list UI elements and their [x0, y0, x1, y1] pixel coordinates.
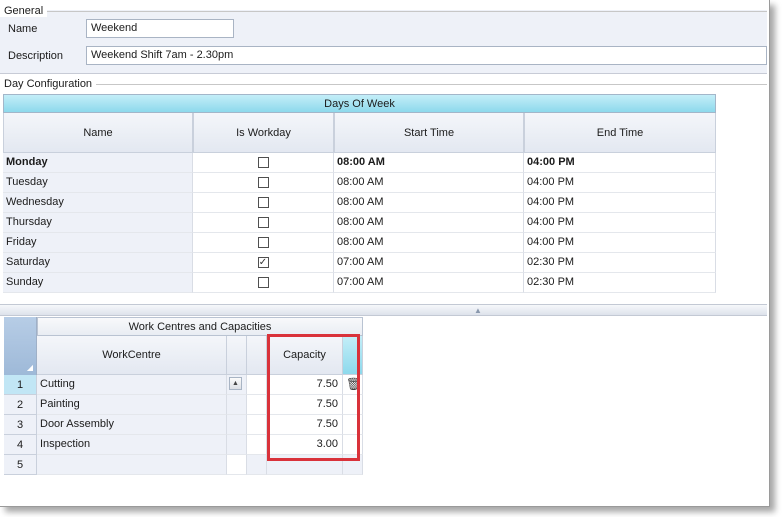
start-time-cell[interactable]: 07:00 AM	[334, 253, 524, 273]
day-row-saturday[interactable]: Saturday ✓ 07:00 AM 02:30 PM	[3, 253, 716, 273]
day-name-cell[interactable]: Sunday	[3, 273, 193, 293]
day-name-cell[interactable]: Wednesday	[3, 193, 193, 213]
general-legend-line	[47, 10, 767, 12]
day-row-sunday[interactable]: Sunday 07:00 AM 02:30 PM	[3, 273, 716, 293]
day-config-legend: Day Configuration	[0, 78, 97, 90]
day-name-cell[interactable]: Saturday	[3, 253, 193, 273]
workcentre-cell[interactable]: Painting	[37, 395, 227, 415]
corner-triangle-icon: ◢	[26, 363, 33, 372]
end-time-cell[interactable]: 04:00 PM	[524, 153, 716, 173]
days-grid-title: Days Of Week	[3, 94, 716, 113]
row-header-corner[interactable]: ◢	[4, 317, 37, 375]
days-of-week-grid: Days Of Week Name Is Workday Start Time …	[3, 94, 716, 293]
end-time-cell[interactable]: 04:00 PM	[524, 233, 716, 253]
spacer-cell	[247, 395, 267, 415]
name-input[interactable]: Weekend	[86, 19, 234, 38]
day-config-legend-row: Day Configuration	[0, 77, 767, 91]
scroll-cell	[227, 435, 247, 455]
end-time-cell[interactable]: 02:30 PM	[524, 253, 716, 273]
row-number[interactable]: 5	[4, 455, 37, 475]
day-config-legend-line	[96, 83, 767, 85]
col-header-end-time[interactable]: End Time	[524, 113, 716, 153]
day-row-friday[interactable]: Friday 08:00 AM 04:00 PM	[3, 233, 716, 253]
capacity-highlight-box	[267, 334, 360, 461]
workcentre-cell[interactable]: Cutting	[37, 375, 227, 395]
row-number[interactable]: 1	[4, 375, 37, 395]
start-time-cell[interactable]: 07:00 AM	[334, 273, 524, 293]
is-workday-cell[interactable]	[193, 273, 334, 293]
is-workday-cell[interactable]: ✓	[193, 253, 334, 273]
col-header-scroll	[227, 336, 247, 375]
is-workday-cell[interactable]	[193, 153, 334, 173]
spacer-cell	[247, 375, 267, 395]
days-grid-header: Name Is Workday Start Time End Time	[3, 113, 716, 153]
day-row-tuesday[interactable]: Tuesday 08:00 AM 04:00 PM	[3, 173, 716, 193]
is-workday-cell[interactable]	[193, 173, 334, 193]
is-workday-cell[interactable]	[193, 193, 334, 213]
start-time-cell[interactable]: 08:00 AM	[334, 193, 524, 213]
workday-checkbox[interactable]	[257, 217, 269, 228]
name-label: Name	[8, 23, 38, 35]
scroll-cell	[227, 415, 247, 435]
workday-checkbox[interactable]	[257, 157, 269, 168]
description-input[interactable]: Weekend Shift 7am - 2.30pm	[86, 46, 767, 65]
end-time-cell[interactable]: 02:30 PM	[524, 273, 716, 293]
start-time-cell[interactable]: 08:00 AM	[334, 233, 524, 253]
scroll-cell: ▲	[227, 375, 247, 395]
workday-checkbox[interactable]: ✓	[257, 257, 269, 268]
scroll-cell	[227, 395, 247, 415]
day-row-wednesday[interactable]: Wednesday 08:00 AM 04:00 PM	[3, 193, 716, 213]
col-header-workcentre[interactable]: WorkCentre	[37, 336, 227, 375]
row-number[interactable]: 2	[4, 395, 37, 415]
end-time-cell[interactable]: 04:00 PM	[524, 193, 716, 213]
description-label: Description	[8, 50, 64, 62]
col-header-is-workday[interactable]: Is Workday	[193, 113, 334, 153]
start-time-cell[interactable]: 08:00 AM	[334, 213, 524, 233]
workday-checkbox[interactable]	[257, 177, 269, 188]
spacer-cell	[247, 415, 267, 435]
workday-checkbox[interactable]	[257, 277, 269, 288]
day-name-cell[interactable]: Monday	[3, 153, 193, 173]
splitter-arrow-icon[interactable]: ▲	[474, 306, 482, 315]
day-name-cell[interactable]: Tuesday	[3, 173, 193, 193]
workday-checkbox[interactable]	[257, 197, 269, 208]
col-header-name[interactable]: Name	[3, 113, 193, 153]
col-header-spacer	[247, 336, 267, 375]
workcentre-cell[interactable]: Door Assembly	[37, 415, 227, 435]
end-time-cell[interactable]: 04:00 PM	[524, 213, 716, 233]
day-row-thursday[interactable]: Thursday 08:00 AM 04:00 PM	[3, 213, 716, 233]
row-number[interactable]: 4	[4, 435, 37, 455]
end-time-cell[interactable]: 04:00 PM	[524, 173, 716, 193]
row-number[interactable]: 3	[4, 415, 37, 435]
spacer-cell	[247, 455, 267, 475]
col-header-start-time[interactable]: Start Time	[334, 113, 524, 153]
day-name-cell[interactable]: Thursday	[3, 213, 193, 233]
panel-splitter[interactable]: ▲	[0, 304, 767, 316]
spacer-cell	[247, 435, 267, 455]
scroll-up-icon[interactable]: ▲	[229, 377, 242, 390]
start-time-cell[interactable]: 08:00 AM	[334, 173, 524, 193]
day-row-monday[interactable]: Monday 08:00 AM 04:00 PM	[3, 153, 716, 173]
general-legend: General	[0, 5, 48, 17]
workcentre-cell[interactable]: Inspection	[37, 435, 227, 455]
is-workday-cell[interactable]	[193, 233, 334, 253]
scroll-cell	[227, 455, 247, 475]
general-legend-row: General	[0, 4, 767, 18]
workday-checkbox[interactable]	[257, 237, 269, 248]
start-time-cell[interactable]: 08:00 AM	[334, 153, 524, 173]
workcentre-cell[interactable]	[37, 455, 227, 475]
is-workday-cell[interactable]	[193, 213, 334, 233]
shift-editor-window: General Name Weekend Description Weekend…	[0, 0, 770, 507]
day-name-cell[interactable]: Friday	[3, 233, 193, 253]
